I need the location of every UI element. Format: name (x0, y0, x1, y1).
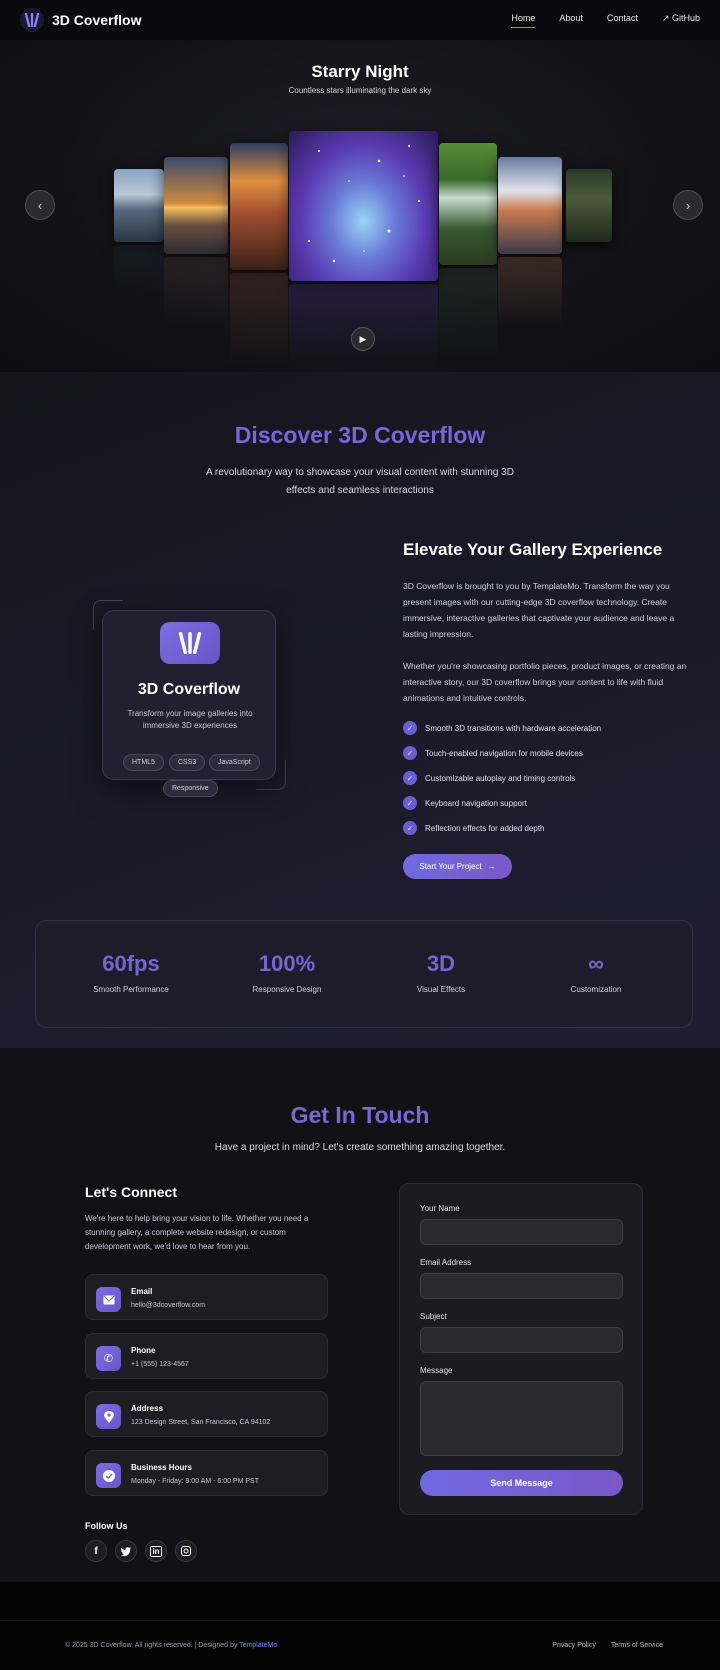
tag-responsive: Responsive (163, 780, 218, 797)
nav-link-contact[interactable]: Contact (607, 13, 638, 28)
about-lead: A revolutionary way to showcase your vis… (206, 467, 514, 496)
stars-illustration (308, 145, 420, 263)
twitter-icon[interactable] (115, 1540, 137, 1562)
coverflow-hero: Starry Night Countless stars illuminatin… (0, 40, 720, 372)
linkedin-icon[interactable]: in (145, 1540, 167, 1562)
feature-item: ✓ Touch-enabled navigation for mobile dev… (403, 746, 583, 760)
cover-image-waterfall[interactable] (439, 143, 497, 265)
footer-divider (0, 1620, 720, 1621)
facebook-icon[interactable]: f (85, 1540, 107, 1562)
nav-link-github[interactable]: ↗ GitHub (662, 13, 700, 28)
feature-item: ✓ Customizable autoplay and timing contro… (403, 771, 575, 785)
stat-item: 100% Responsive Design (252, 951, 322, 994)
check-icon: ✓ (403, 746, 417, 760)
stats-panel: 60fps Smooth Performance 100% Responsive D… (35, 920, 693, 1028)
nav-link-about[interactable]: About (559, 13, 583, 28)
logo-icon (160, 622, 220, 664)
cover-image-snowy-peak[interactable] (498, 157, 562, 254)
about-paragraph-2: Whether you're showcasing portfolio piec… (403, 661, 687, 703)
contact-form: Your Name Email Address Subject Message … (399, 1183, 643, 1515)
email-label: Email Address (420, 1258, 472, 1267)
tag-css3: CSS3 (169, 754, 206, 771)
reflection-1 (114, 245, 164, 295)
check-icon: ✓ (403, 796, 417, 810)
subject-label: Subject (420, 1312, 447, 1321)
connect-paragraph: We're here to help bring your vision to … (85, 1214, 309, 1251)
about-heading: Discover 3D Coverflow (234, 422, 486, 448)
tag-html5: HTML5 (123, 754, 164, 771)
phone-icon: ✆ (96, 1346, 121, 1371)
about-paragraph-1: 3D Coverflow is brought to you by Templa… (403, 581, 675, 639)
logo-icon[interactable] (20, 8, 44, 32)
stat-item: 3D Visual Effects (416, 951, 466, 994)
send-message-button[interactable]: Send Message (420, 1470, 623, 1496)
top-nav: 3D Coverflow Home About Contact ↗ GitHub (0, 0, 720, 40)
arrow-right-icon: → (487, 862, 496, 871)
feature-card-title: 3D Coverflow (137, 681, 241, 698)
contact-info-email: Email hello@3dcoverflow.com (85, 1274, 328, 1320)
terms-of-service-link[interactable]: Terms of Service (611, 1642, 663, 1649)
contact-subheading: Have a project in mind? Let's create som… (214, 1142, 506, 1153)
location-icon (96, 1404, 121, 1429)
name-label: Your Name (420, 1204, 460, 1213)
message-label: Message (420, 1366, 453, 1375)
email-input[interactable] (420, 1273, 623, 1299)
stat-item: ∞ Customization (570, 951, 622, 994)
privacy-policy-link[interactable]: Privacy Policy (552, 1642, 596, 1649)
brand-name[interactable]: 3D Coverflow (52, 12, 141, 28)
feature-item: ✓ Smooth 3D transitions with hardware acc… (403, 721, 601, 735)
feature-card: 3D Coverflow Transform your image galler… (102, 610, 276, 797)
name-input[interactable] (420, 1219, 623, 1245)
reflection-3 (230, 273, 288, 368)
templatemo-link[interactable]: TemplateMo (239, 1642, 277, 1649)
elevate-title: Elevate Your Gallery Experience (403, 540, 663, 559)
check-icon: ✓ (403, 821, 417, 835)
follow-us-label: Follow Us (85, 1521, 128, 1531)
contact-heading: Get In Touch (290, 1102, 430, 1128)
contact-info-hours: Business Hours Monday - Friday: 9:00 AM -… (85, 1450, 328, 1496)
play-button[interactable]: ▶ (351, 327, 375, 351)
reflection-6 (498, 257, 562, 327)
contact-info-address: Address 123 Design Street, San Francisco,… (85, 1391, 328, 1437)
stat-item: 60fps Smooth Performance (93, 951, 169, 994)
prev-arrow-button[interactable]: ‹ (25, 190, 55, 220)
start-project-button[interactable]: Start Your Project → (403, 854, 512, 879)
reflection-2 (164, 257, 228, 327)
copyright: © 2025 3D Coverflow. All rights reserved… (65, 1642, 278, 1649)
slide-subtitle: Countless stars illuminating the dark sk… (288, 86, 432, 95)
cover-image-desert-dunes[interactable] (230, 143, 288, 270)
cover-image-sunset-sea[interactable] (164, 157, 228, 254)
connect-title: Let's Connect (85, 1184, 178, 1200)
check-icon: ✓ (403, 721, 417, 735)
footer-links: Privacy Policy Terms of Service (552, 1642, 663, 1649)
nav-link-home[interactable]: Home (511, 13, 536, 28)
reflection-5 (439, 268, 497, 368)
message-textarea[interactable] (420, 1381, 623, 1456)
next-arrow-button[interactable]: › (673, 190, 703, 220)
instagram-icon[interactable] (175, 1540, 197, 1562)
footer: © 2025 3D Coverflow. All rights reserved… (0, 1582, 720, 1670)
subject-input[interactable] (420, 1327, 623, 1353)
cover-image-mountain-lake[interactable] (114, 169, 164, 242)
check-icon: ✓ (403, 771, 417, 785)
cover-image-forest[interactable] (566, 169, 612, 242)
mail-icon (96, 1287, 121, 1312)
slide-title: Starry Night (311, 62, 409, 81)
about-section: Discover 3D Coverflow A revolutionary wa… (0, 372, 720, 1048)
contact-section: Get In Touch Have a project in mind? Let… (0, 1048, 720, 1582)
feature-card-desc: Transform your image galleries into imme… (127, 709, 253, 730)
feature-item: ✓ Reflection effects for added depth (403, 821, 545, 835)
feature-item: ✓ Keyboard navigation support (403, 796, 527, 810)
tag-javascript: JavaScript (209, 754, 260, 771)
cover-image-starry-night[interactable] (289, 131, 438, 281)
nav-links: Home About Contact ↗ GitHub (511, 13, 700, 28)
contact-info-phone: ✆ Phone +1 (555) 123-4567 (85, 1333, 328, 1379)
check-circle-icon (96, 1463, 121, 1488)
